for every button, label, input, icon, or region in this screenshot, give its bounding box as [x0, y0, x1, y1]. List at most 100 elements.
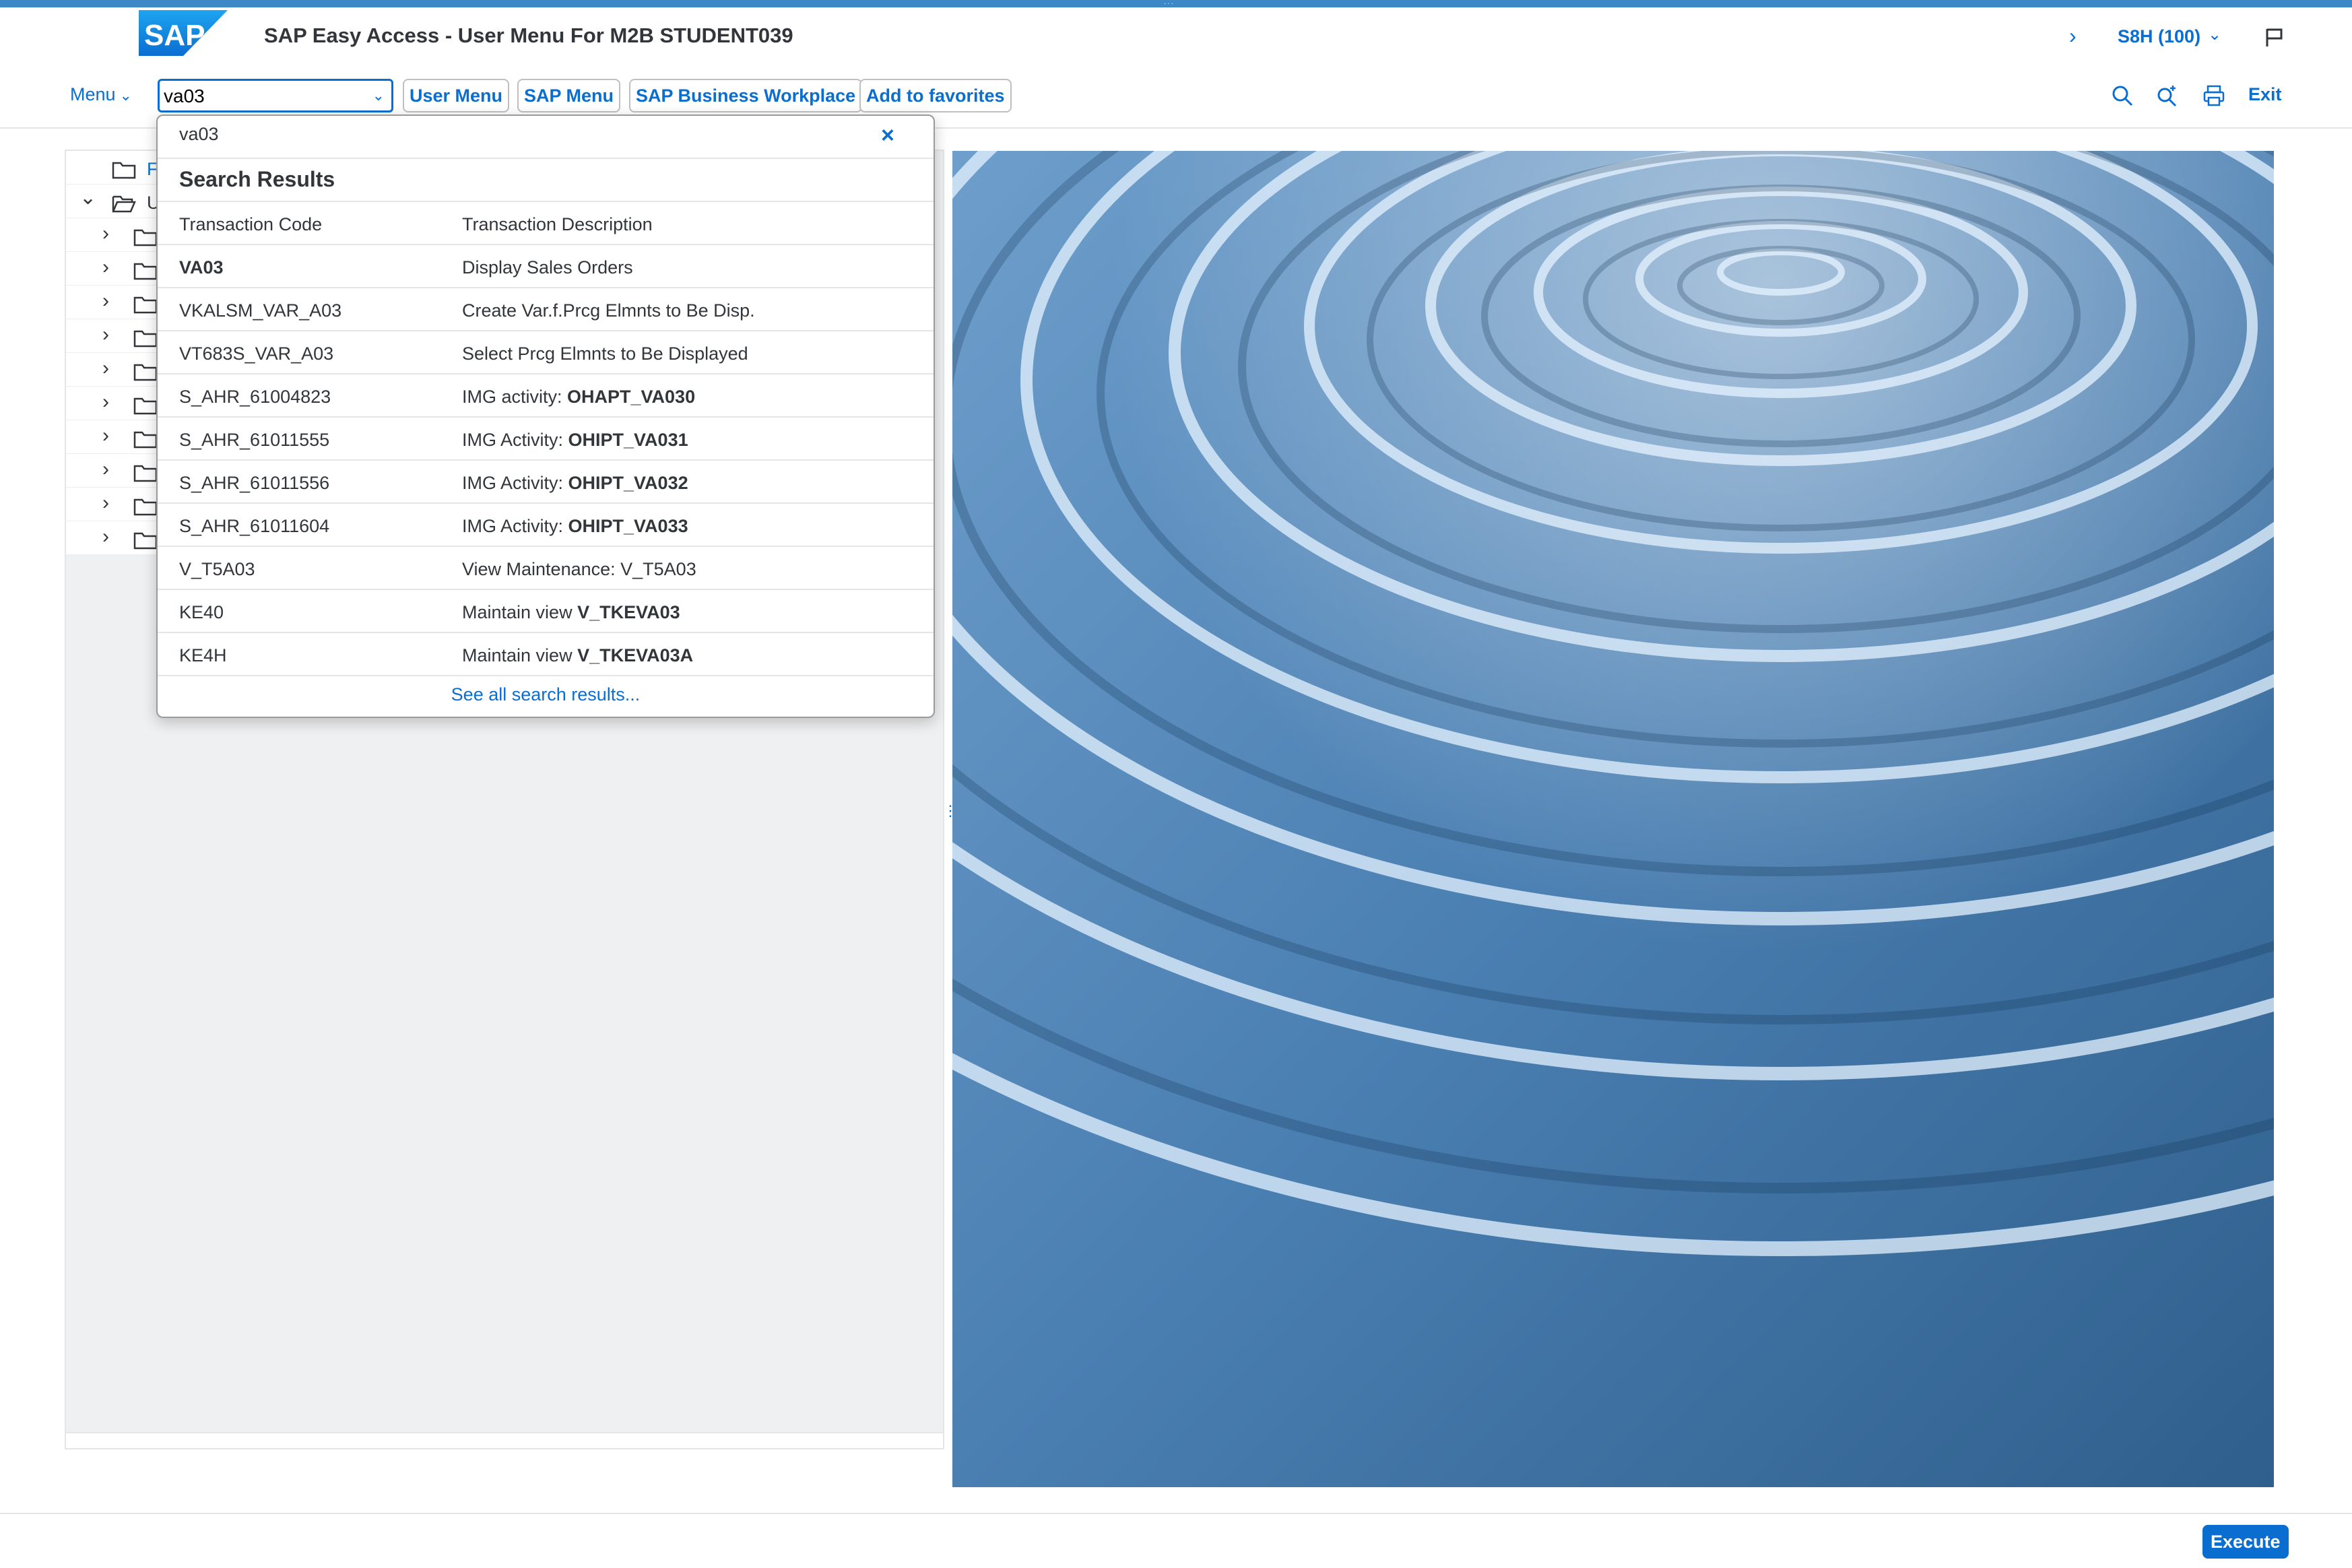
transaction-code: KE4H — [179, 645, 227, 665]
tree-row[interactable]: › — [66, 319, 160, 353]
menu-label: Menu — [70, 84, 116, 104]
divider — [158, 158, 934, 159]
search-result-row[interactable]: S_AHR_61011604 IMG Activity: OHIPT_VA033 — [158, 504, 934, 547]
transaction-description: View Maintenance: V_T5A03 — [462, 559, 696, 580]
svg-text:SAP: SAP — [144, 19, 205, 52]
transaction-description: IMG activity: OHAPT_VA030 — [462, 387, 695, 407]
description-match: OHIPT_VA032 — [568, 473, 688, 493]
tree-row[interactable]: › — [66, 521, 160, 555]
chevron-down-icon[interactable]: ⌄ — [79, 186, 96, 209]
tree-row[interactable]: › — [66, 353, 160, 387]
chevron-right-icon[interactable]: › — [102, 357, 109, 380]
description-text: IMG Activity: — [462, 473, 568, 493]
transaction-description: Create Var.f.Prcg Elmnts to Be Disp. — [462, 300, 755, 321]
tree-row[interactable]: › — [66, 218, 160, 252]
description-text: IMG Activity: — [462, 516, 568, 536]
transaction-code: VA03 — [179, 257, 224, 277]
chevron-right-icon[interactable]: › — [102, 525, 109, 548]
open-folder-icon — [112, 195, 136, 213]
chevron-right-icon[interactable]: › — [102, 290, 109, 313]
chevron-down-icon[interactable]: ⌄ — [2208, 25, 2221, 44]
search-results-heading: Search Results — [179, 167, 335, 191]
command-field[interactable]: ⌄ — [158, 79, 393, 112]
description-text: IMG activity: — [462, 387, 568, 407]
folder-icon — [133, 296, 158, 314]
chevron-right-icon[interactable]: › — [102, 256, 109, 279]
chevron-right-icon[interactable]: › — [2069, 24, 2077, 48]
search-result-row[interactable]: VT683S_VAR_A03 Select Prcg Elmnts to Be D… — [158, 331, 934, 374]
tree-row[interactable]: › — [66, 488, 160, 521]
description-match: OHIPT_VA033 — [568, 516, 688, 536]
system-selector[interactable]: S8H (100) — [2118, 26, 2200, 47]
folder-icon — [133, 498, 158, 516]
chevron-right-icon[interactable]: › — [102, 222, 109, 245]
footer-bar: Execute — [0, 1513, 2352, 1568]
description-match: OHAPT_VA030 — [567, 387, 696, 407]
search-result-row[interactable]: V_T5A03 View Maintenance: V_T5A03 — [158, 547, 934, 590]
folder-icon — [133, 263, 158, 280]
description-match: OHIPT_VA031 — [568, 430, 688, 450]
description-text: Create Var.f.Prcg Elmnts to Be Disp. — [462, 300, 755, 321]
search-result-row[interactable]: S_AHR_61011555 IMG Activity: OHIPT_VA031 — [158, 418, 934, 461]
folder-icon — [133, 330, 158, 348]
print-icon[interactable] — [2202, 84, 2225, 107]
horizontal-scrollbar[interactable] — [66, 1432, 943, 1448]
transaction-description: IMG Activity: OHIPT_VA032 — [462, 473, 688, 494]
transaction-description: Select Prcg Elmnts to Be Displayed — [462, 344, 748, 364]
description-match: V_TKEVA03A — [577, 645, 694, 665]
chevron-right-icon[interactable]: › — [102, 391, 109, 414]
search-result-row[interactable]: KE4H Maintain view V_TKEVA03A — [158, 633, 934, 676]
execute-button[interactable]: Execute — [2202, 1525, 2289, 1559]
see-all-results-link[interactable]: See all search results... — [158, 684, 934, 705]
tree-row[interactable]: › — [66, 420, 160, 454]
tree-row[interactable]: › — [66, 387, 160, 420]
chevron-down-icon[interactable]: ⌄ — [372, 87, 385, 104]
tree-row[interactable]: › — [66, 454, 160, 488]
chevron-right-icon[interactable]: › — [102, 458, 109, 481]
transaction-code: S_AHR_61011604 — [179, 516, 330, 536]
search-result-row[interactable]: KE40 Maintain view V_TKEVA03 — [158, 590, 934, 633]
user-menu-button[interactable]: User Menu — [403, 79, 510, 112]
transaction-code: V_T5A03 — [179, 559, 255, 579]
resize-grip-icon[interactable]: ··· — [1164, 1, 1175, 7]
column-header-description: Transaction Description — [462, 214, 653, 234]
tree-row-favorites[interactable]: F — [66, 151, 160, 185]
sap-logo: SAP — [139, 10, 228, 56]
folder-icon — [133, 397, 158, 415]
tree-row[interactable]: › — [66, 252, 160, 286]
flag-icon[interactable] — [2264, 28, 2285, 48]
search-more-icon[interactable] — [2155, 84, 2178, 107]
chevron-right-icon[interactable]: › — [102, 323, 109, 346]
water-ripple-image — [952, 151, 2274, 1487]
transaction-description: IMG Activity: OHIPT_VA031 — [462, 430, 688, 451]
description-text: Maintain view — [462, 602, 578, 622]
search-result-row[interactable]: S_AHR_61011556 IMG Activity: OHIPT_VA032 — [158, 461, 934, 504]
transaction-description: Display Sales Orders — [462, 257, 633, 278]
tree-row[interactable]: › — [66, 286, 160, 319]
close-icon[interactable]: × — [881, 123, 894, 149]
shell-header: SAP SAP Easy Access - User Menu For M2B … — [0, 7, 2352, 64]
search-result-row[interactable]: VKALSM_VAR_A03 Create Var.f.Prcg Elmnts t… — [158, 288, 934, 331]
sap-menu-button[interactable]: SAP Menu — [517, 79, 621, 112]
add-to-favorites-button[interactable]: Add to favorites — [859, 79, 1012, 112]
easy-access-background-image — [952, 151, 2274, 1487]
command-input[interactable] — [164, 85, 359, 108]
search-result-row[interactable]: S_AHR_61004823 IMG activity: OHAPT_VA030 — [158, 374, 934, 418]
top-strip: ··· — [0, 0, 2352, 7]
transaction-description: Maintain view V_TKEVA03 — [462, 602, 680, 623]
search-result-row[interactable]: VA03 Display Sales Orders — [158, 245, 934, 288]
chevron-down-icon: ⌄ — [119, 87, 132, 104]
business-workplace-button[interactable]: SAP Business Workplace — [629, 79, 863, 112]
search-icon[interactable] — [2111, 84, 2134, 107]
folder-icon — [112, 162, 136, 179]
transaction-description: IMG Activity: OHIPT_VA033 — [462, 516, 688, 537]
search-results-popup: va03 × Search Results Transaction Code T… — [156, 115, 935, 718]
column-header-code: Transaction Code — [179, 214, 323, 234]
tree-row-user-menu[interactable]: ⌄ U — [66, 185, 160, 218]
exit-button[interactable]: Exit — [2248, 84, 2282, 105]
chevron-right-icon[interactable]: › — [102, 424, 109, 447]
transaction-code: KE40 — [179, 602, 224, 622]
chevron-right-icon[interactable]: › — [102, 492, 109, 515]
transaction-code: VKALSM_VAR_A03 — [179, 300, 342, 321]
menu-button[interactable]: Menu ⌄ — [70, 84, 132, 105]
